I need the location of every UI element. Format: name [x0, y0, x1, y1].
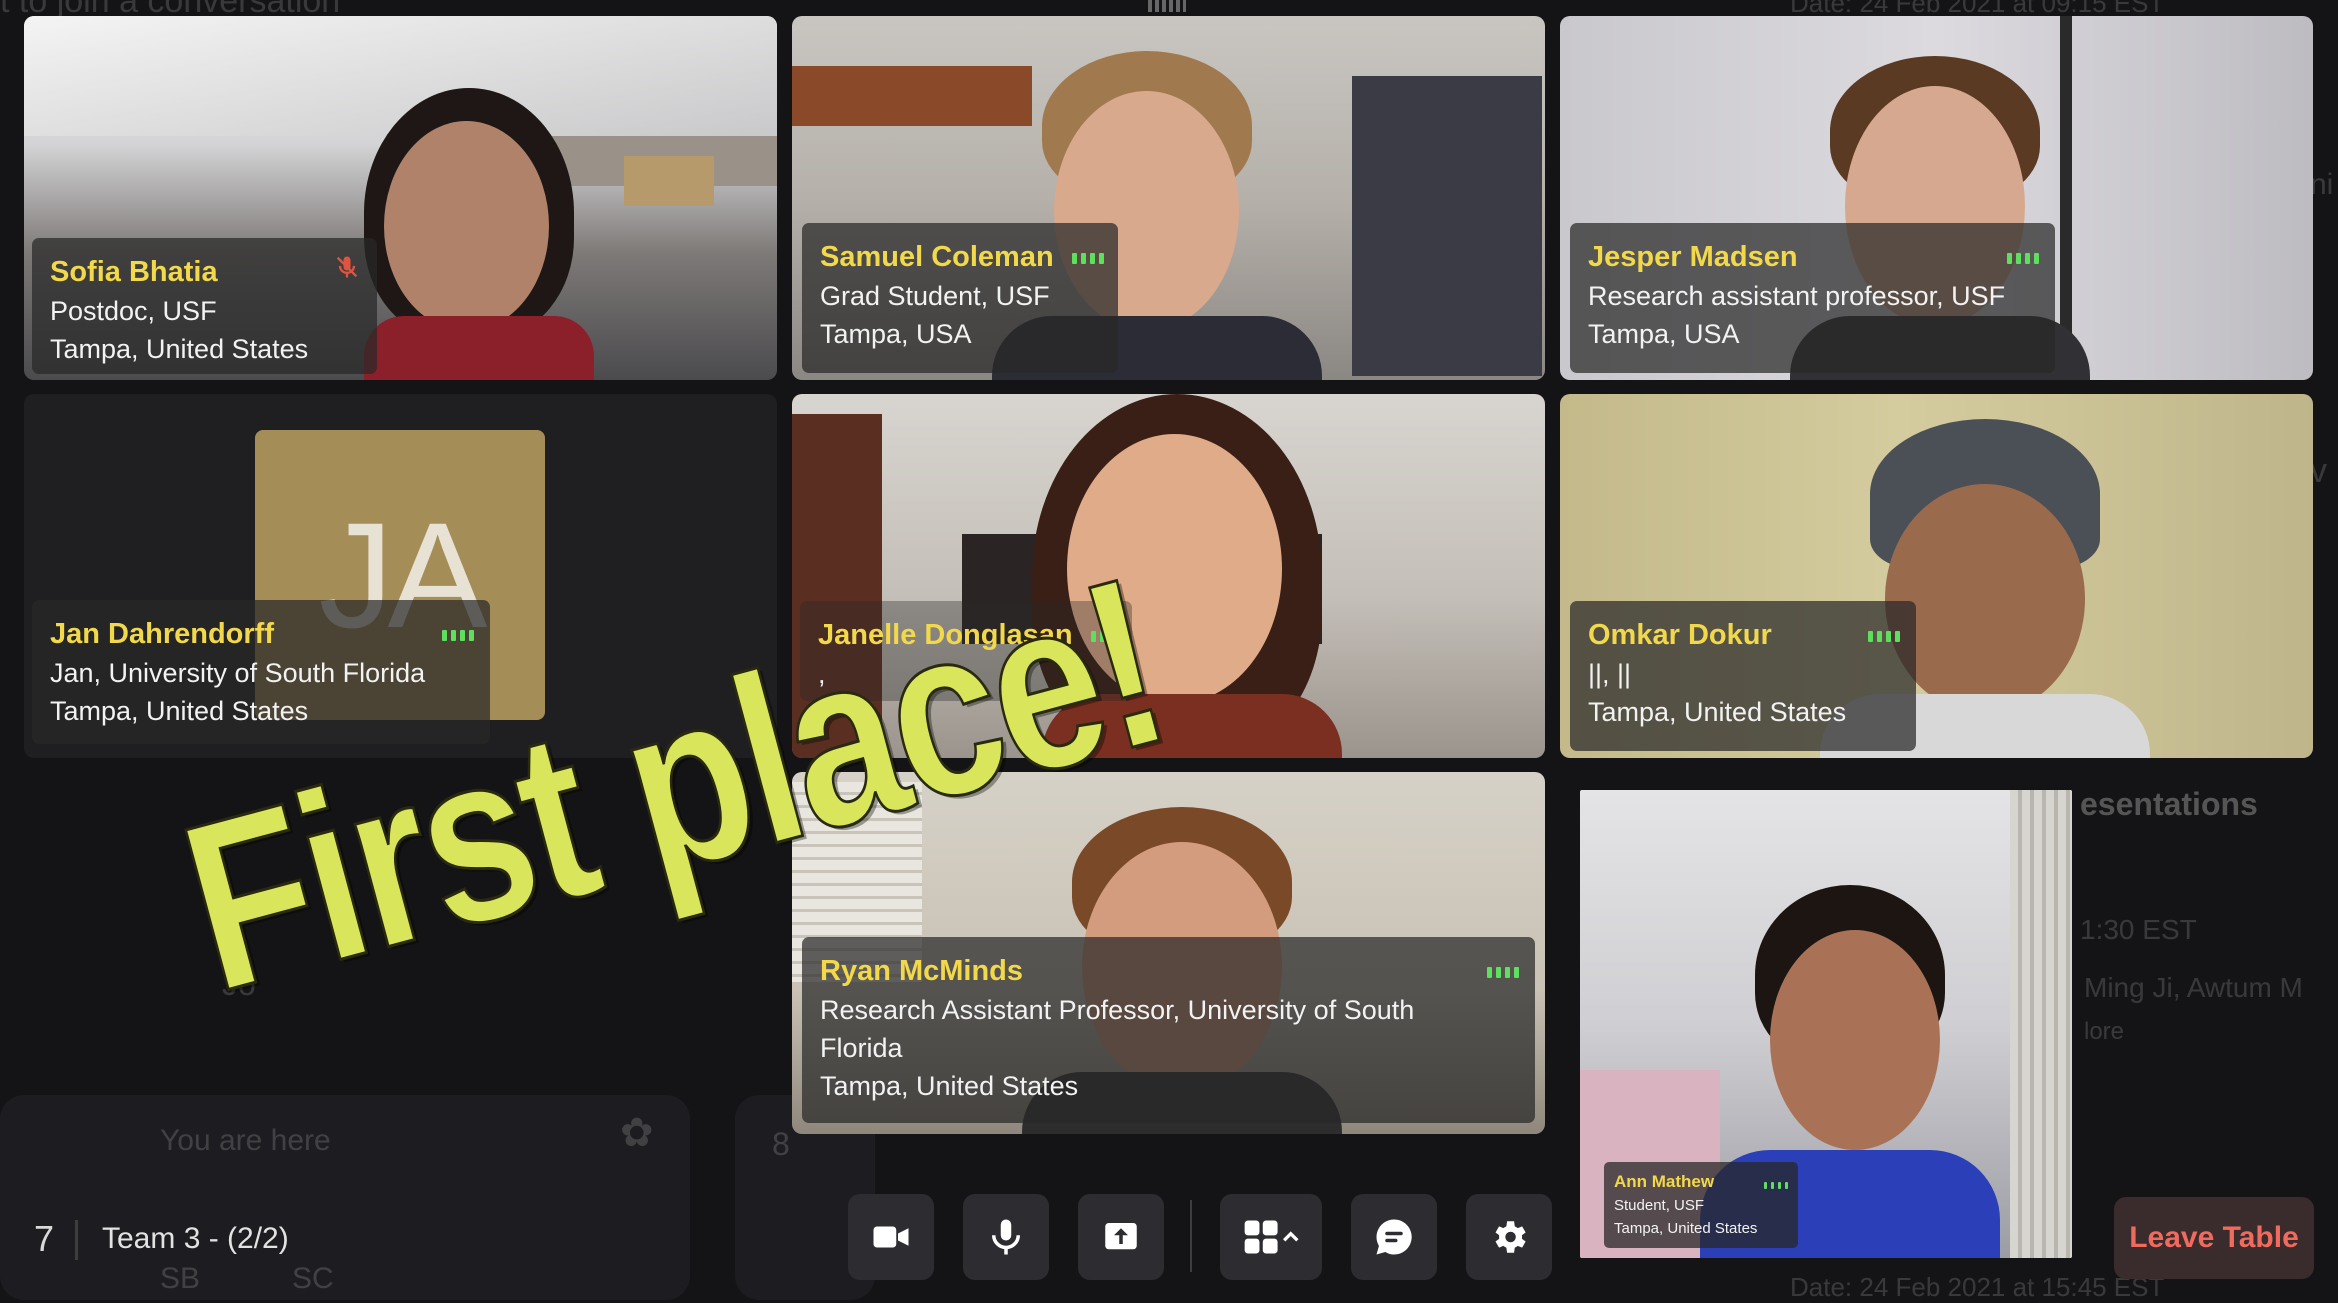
- participant-info: Omkar Dokur ||, || Tampa, United States: [1570, 601, 1916, 751]
- bg-date-bottom: Date: 24 Feb 2021 at 15:45 EST: [1790, 1272, 2165, 1302]
- video-tile-samuel-coleman[interactable]: Samuel Coleman Grad Student, USF Tampa, …: [792, 16, 1545, 380]
- layout-grid-icon: [1244, 1220, 1299, 1254]
- bg-table-card: [0, 1095, 690, 1300]
- share-screen-button[interactable]: [1078, 1194, 1164, 1280]
- bg-time: 1:30 EST: [2080, 914, 2197, 945]
- participant-title: Jan, University of South Florida: [50, 658, 426, 688]
- chat-button[interactable]: [1351, 1194, 1437, 1280]
- settings-button[interactable]: [1466, 1194, 1552, 1280]
- controls-divider: [1190, 1200, 1192, 1272]
- participant-title: Postdoc, USF: [50, 296, 217, 326]
- camera-icon: [873, 1226, 909, 1248]
- layout-button[interactable]: [1220, 1194, 1322, 1280]
- participant-location: Tampa, United States: [50, 334, 309, 364]
- participant-name: Omkar Dokur: [1588, 619, 1772, 651]
- participant-name: Jesper Madsen: [1588, 241, 1798, 273]
- bg-table-number: 8: [772, 1126, 790, 1162]
- participant-name: Ryan McMinds: [820, 955, 1024, 987]
- participant-info: Ryan McMinds Research Assistant Professo…: [802, 937, 1535, 1123]
- participant-title: Student, USF: [1614, 1197, 1705, 1214]
- signal-strength-icon: [1714, 1175, 1789, 1189]
- bg-you-are-here: You are here: [160, 1124, 331, 1157]
- participant-location: Tampa, United States: [820, 1071, 1079, 1101]
- bg-bee-icon: ✿: [620, 1111, 654, 1155]
- video-tile-ann-mathew[interactable]: Ann Mathew Student, USF Tampa, United St…: [1580, 790, 2072, 1258]
- participant-info: Samuel Coleman Grad Student, USF Tampa, …: [802, 223, 1118, 373]
- camera-button[interactable]: [848, 1194, 934, 1280]
- bg-presentations-heading: esentations: [2080, 786, 2258, 822]
- participant-title: Research Assistant Professor, University…: [820, 995, 1415, 1025]
- table-number: 7: [34, 1218, 55, 1259]
- bg-avatar-sb: SB: [160, 1262, 201, 1295]
- participant-name: Ann Mathew: [1614, 1172, 1715, 1191]
- participant-title: Research assistant professor, USF: [1588, 281, 2006, 311]
- drag-handle-icon[interactable]: [1148, 0, 1186, 12]
- bg-more-link: lore: [2084, 1018, 2125, 1045]
- signal-strength-icon: [1850, 628, 1900, 642]
- bg-right-edge-text: ni: [2310, 168, 2334, 201]
- chat-icon: [1376, 1219, 1412, 1255]
- signal-strength-icon: [1469, 964, 1519, 978]
- participant-name: Jan Dahrendorff: [50, 618, 274, 650]
- participant-title-cont: Florida: [820, 1033, 903, 1063]
- bg-avatar-sc: SC: [292, 1262, 334, 1295]
- gear-icon: [1495, 1221, 1526, 1253]
- microphone-button[interactable]: [963, 1194, 1049, 1280]
- muted-mic-icon: [293, 252, 361, 292]
- video-tile-sofia-bhatia[interactable]: Sofia Bhatia Postdoc, USF Tampa, United …: [24, 16, 777, 380]
- participant-name: Sofia Bhatia: [50, 256, 218, 288]
- bg-names: Ming Ji, Awtum M: [2084, 972, 2303, 1003]
- participant-name: Samuel Coleman: [820, 241, 1054, 273]
- participant-info: Jesper Madsen Research assistant profess…: [1570, 223, 2055, 373]
- divider: [75, 1220, 78, 1260]
- share-screen-icon: [1105, 1223, 1137, 1250]
- video-tile-jesper-madsen[interactable]: Jesper Madsen Research assistant profess…: [1560, 16, 2313, 380]
- participant-title: ||, ||: [1588, 659, 1632, 689]
- participant-info: Sofia Bhatia Postdoc, USF Tampa, United …: [32, 238, 377, 374]
- signal-strength-icon: [1989, 250, 2039, 264]
- participant-title: Grad Student, USF: [820, 281, 1050, 311]
- video-tile-omkar-dokur[interactable]: Omkar Dokur ||, || Tampa, United States: [1560, 394, 2313, 758]
- participant-location: Tampa, United States: [1588, 697, 1847, 727]
- participant-location: Tampa, USA: [1588, 319, 1740, 349]
- signal-strength-icon: [424, 627, 474, 641]
- leave-table-button[interactable]: Leave Table: [2114, 1197, 2314, 1279]
- microphone-icon: [992, 1219, 1020, 1255]
- participant-info: Ann Mathew Student, USF Tampa, United St…: [1604, 1162, 1799, 1248]
- participant-location: Tampa, USA: [820, 319, 972, 349]
- signal-strength-icon: [1054, 250, 1104, 264]
- table-name: Team 3 - (2/2): [102, 1222, 289, 1255]
- participant-location: Tampa, United States: [1614, 1220, 1758, 1237]
